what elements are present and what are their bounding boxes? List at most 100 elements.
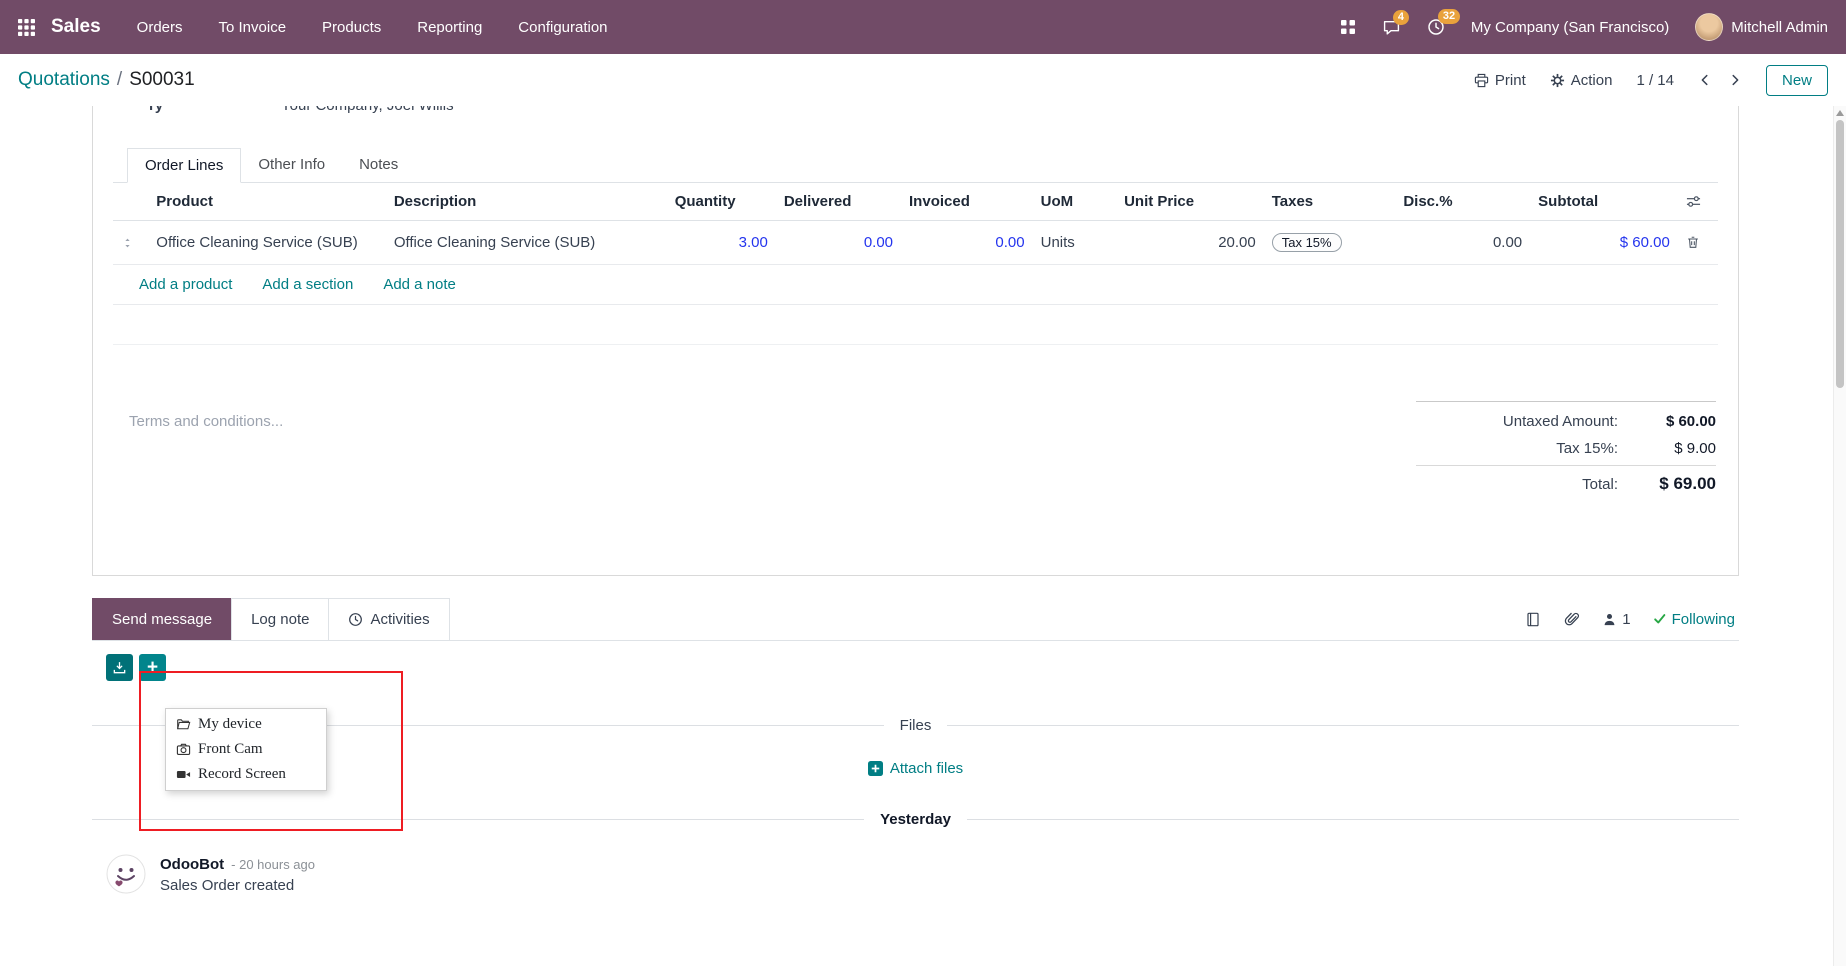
video-icon — [176, 767, 191, 782]
col-subtotal[interactable]: Subtotal — [1530, 183, 1678, 221]
print-label: Print — [1495, 72, 1526, 89]
book-icon[interactable] — [1525, 611, 1541, 628]
company-switcher[interactable]: My Company (San Francisco) — [1471, 19, 1669, 36]
cell-disc[interactable]: 0.00 — [1395, 221, 1530, 265]
action-button[interactable]: Action — [1550, 72, 1613, 89]
menu-orders[interactable]: Orders — [137, 19, 183, 36]
menu-item-my-device[interactable]: My device — [166, 712, 326, 737]
delete-row-icon[interactable] — [1678, 221, 1718, 265]
breadcrumb-separator: / — [117, 69, 122, 91]
menu-reporting[interactable]: Reporting — [417, 19, 482, 36]
tab-other-info[interactable]: Other Info — [241, 148, 342, 182]
date-divider-label: Yesterday — [880, 811, 951, 828]
total-label: Total: — [1416, 476, 1618, 493]
app-name[interactable]: Sales — [51, 16, 101, 38]
tax-pill[interactable]: Tax 15% — [1272, 233, 1342, 252]
user-menu[interactable]: Mitchell Admin — [1695, 13, 1828, 41]
cell-subtotal[interactable]: $ 60.00 — [1530, 221, 1678, 265]
add-section-link[interactable]: Add a section — [262, 276, 353, 293]
menu-to-invoice[interactable]: To Invoice — [219, 19, 287, 36]
chatter: Send message Log note Activities — [92, 598, 1739, 894]
user-name: Mitchell Admin — [1731, 19, 1828, 36]
pager-next-icon[interactable] — [1728, 72, 1742, 88]
activities-button[interactable]: Activities — [328, 598, 449, 640]
user-avatar — [1695, 13, 1723, 41]
table-row[interactable]: Office Cleaning Service (SUB) Office Cle… — [113, 221, 1718, 265]
col-unit-price[interactable]: Unit Price — [1116, 183, 1264, 221]
tab-order-lines[interactable]: Order Lines — [127, 148, 241, 183]
cell-description[interactable]: Office Cleaning Service (SUB) — [386, 221, 667, 265]
new-button[interactable]: New — [1766, 65, 1828, 96]
breadcrumb-quotations[interactable]: Quotations — [18, 69, 110, 91]
grid-icon[interactable] — [1340, 19, 1356, 35]
top-navbar: Sales Orders To Invoice Products Reporti… — [0, 0, 1846, 54]
tab-notes[interactable]: Notes — [342, 148, 415, 182]
col-delivered[interactable]: Delivered — [776, 183, 901, 221]
breadcrumb: Quotations / S00031 — [18, 69, 195, 91]
scrollbar-up-arrow[interactable] — [1836, 110, 1844, 116]
scrollbar[interactable] — [1833, 106, 1846, 966]
chatter-message: OdooBot - 20 hours ago Sales Order creat… — [92, 854, 1739, 894]
tax-value: $ 9.00 — [1638, 440, 1716, 457]
systray: 4 32 My Company (San Francisco) Mitchell… — [1340, 13, 1828, 41]
download-button[interactable] — [106, 654, 133, 681]
files-divider-label: Files — [900, 717, 932, 734]
col-uom[interactable]: UoM — [1033, 183, 1116, 221]
add-attachment-button[interactable]: + — [139, 654, 166, 681]
optional-columns-icon[interactable] — [1678, 183, 1718, 221]
print-button[interactable]: Print — [1474, 72, 1526, 89]
message-timestamp: - 20 hours ago — [231, 857, 315, 872]
folder-icon — [176, 717, 191, 732]
terms-placeholder[interactable]: Terms and conditions... — [115, 401, 283, 499]
clipped-field-label: ry — [149, 106, 163, 114]
files-divider: Files — [92, 717, 1739, 734]
col-invoiced[interactable]: Invoiced — [901, 183, 1033, 221]
col-taxes[interactable]: Taxes — [1264, 183, 1396, 221]
send-message-button[interactable]: Send message — [92, 598, 232, 640]
empty-list-row — [113, 305, 1718, 345]
col-product[interactable]: Product — [148, 183, 386, 221]
following-button[interactable]: Following — [1653, 611, 1735, 628]
gear-icon — [1550, 73, 1565, 88]
col-quantity[interactable]: Quantity — [667, 183, 776, 221]
clipped-scrolled-row: ry Your Company, Joel Willis — [113, 106, 1718, 116]
composer-attach-buttons: + — [106, 654, 1739, 681]
menu-item-record-screen[interactable]: Record Screen — [166, 762, 326, 787]
record-screen-label: Record Screen — [198, 766, 286, 783]
col-description[interactable]: Description — [386, 183, 667, 221]
apps-grid-icon[interactable] — [18, 19, 35, 36]
log-note-button[interactable]: Log note — [231, 598, 329, 640]
order-sheet: ry Your Company, Joel Willis Order Lines… — [92, 106, 1739, 576]
menu-item-front-cam[interactable]: Front Cam — [166, 737, 326, 762]
activities-badge: 32 — [1438, 9, 1460, 24]
cell-uom[interactable]: Units — [1033, 221, 1116, 265]
form-view: ry Your Company, Joel Willis Order Lines… — [0, 106, 1846, 966]
clipped-field-value: Your Company, Joel Willis — [281, 106, 454, 114]
add-note-link[interactable]: Add a note — [383, 276, 456, 293]
cell-invoiced[interactable]: 0.00 — [901, 221, 1033, 265]
activities-icon[interactable]: 32 — [1427, 18, 1445, 36]
scrollbar-thumb[interactable] — [1836, 120, 1844, 388]
cell-taxes[interactable]: Tax 15% — [1264, 221, 1396, 265]
menu-products[interactable]: Products — [322, 19, 381, 36]
followers-button[interactable]: 1 — [1602, 611, 1630, 628]
notebook-tabs: Order Lines Other Info Notes — [113, 148, 1718, 183]
menu-configuration[interactable]: Configuration — [518, 19, 607, 36]
handle-column-header — [113, 183, 148, 221]
drag-handle-icon[interactable] — [113, 221, 148, 265]
cell-unit-price[interactable]: 20.00 — [1116, 221, 1264, 265]
odoobot-avatar — [106, 854, 146, 894]
cell-product[interactable]: Office Cleaning Service (SUB) — [148, 221, 386, 265]
messages-icon[interactable]: 4 — [1382, 19, 1401, 36]
cell-delivered[interactable]: 0.00 — [776, 221, 901, 265]
paperclip-icon[interactable] — [1563, 611, 1580, 628]
print-icon — [1474, 73, 1489, 88]
attach-files-button[interactable]: Attach files — [868, 760, 963, 777]
pager-previous-icon[interactable] — [1698, 72, 1712, 88]
col-disc[interactable]: Disc.% — [1395, 183, 1530, 221]
add-product-link[interactable]: Add a product — [139, 276, 232, 293]
followers-icon — [1602, 612, 1617, 627]
message-author[interactable]: OdooBot — [160, 856, 224, 873]
my-device-label: My device — [198, 716, 262, 733]
cell-quantity[interactable]: 3.00 — [667, 221, 776, 265]
